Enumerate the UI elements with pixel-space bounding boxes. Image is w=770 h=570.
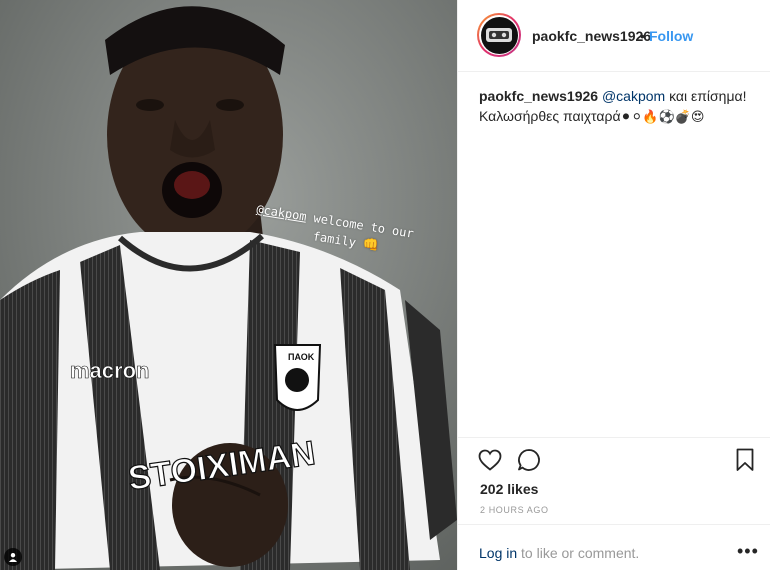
more-options-icon[interactable]: ••• — [737, 541, 759, 562]
caption-text-1: και επίσημα! — [665, 88, 747, 104]
fist-emoji: 👊 — [361, 237, 381, 255]
post-caption: paokfc_news1926 @cakpom και επίσημα! Καλ… — [479, 86, 759, 128]
post-header: paokfc_news1926 • Follow — [458, 0, 770, 72]
user-tag-icon[interactable] — [4, 548, 22, 566]
post-timestamp[interactable]: 2 HOURS AGO — [480, 505, 549, 515]
header-separator: • — [640, 28, 645, 44]
login-suffix: to like or comment. — [517, 545, 640, 561]
heart-icon[interactable] — [478, 449, 502, 476]
post-photo[interactable]: macron ΠΑΟΚ STOIXIMAN @cakpom welcome to… — [0, 0, 457, 570]
avatar-logo-icon — [486, 28, 512, 42]
caption-emojis: ⚫⚪🔥⚽💣😍 — [620, 110, 705, 125]
player-photo: macron ΠΑΟΚ STOIXIMAN — [0, 0, 457, 570]
caption-text-2: Καλωσήρθες παιχταρά — [479, 108, 621, 124]
crest-text: ΠΑΟΚ — [288, 352, 315, 362]
post-actions — [458, 437, 770, 477]
caption-username[interactable]: paokfc_news1926 — [479, 88, 598, 104]
login-link[interactable]: Log in — [479, 545, 517, 561]
sponsor-macron: macron — [70, 358, 149, 383]
comment-bar: Log in to like or comment. ••• — [458, 524, 770, 570]
post-sidebar: paokfc_news1926 • Follow paokfc_news1926… — [457, 0, 770, 570]
likes-count[interactable]: 202 likes — [480, 481, 538, 497]
header-username[interactable]: paokfc_news1926 — [532, 28, 651, 44]
bookmark-icon[interactable] — [736, 448, 754, 477]
caption-mention[interactable]: @cakpom — [602, 88, 665, 104]
login-prompt: Log in to like or comment. — [479, 545, 639, 561]
avatar[interactable] — [477, 13, 521, 57]
comment-icon[interactable] — [517, 448, 541, 477]
follow-button[interactable]: Follow — [649, 28, 693, 44]
overlay-line2: family — [311, 229, 357, 250]
